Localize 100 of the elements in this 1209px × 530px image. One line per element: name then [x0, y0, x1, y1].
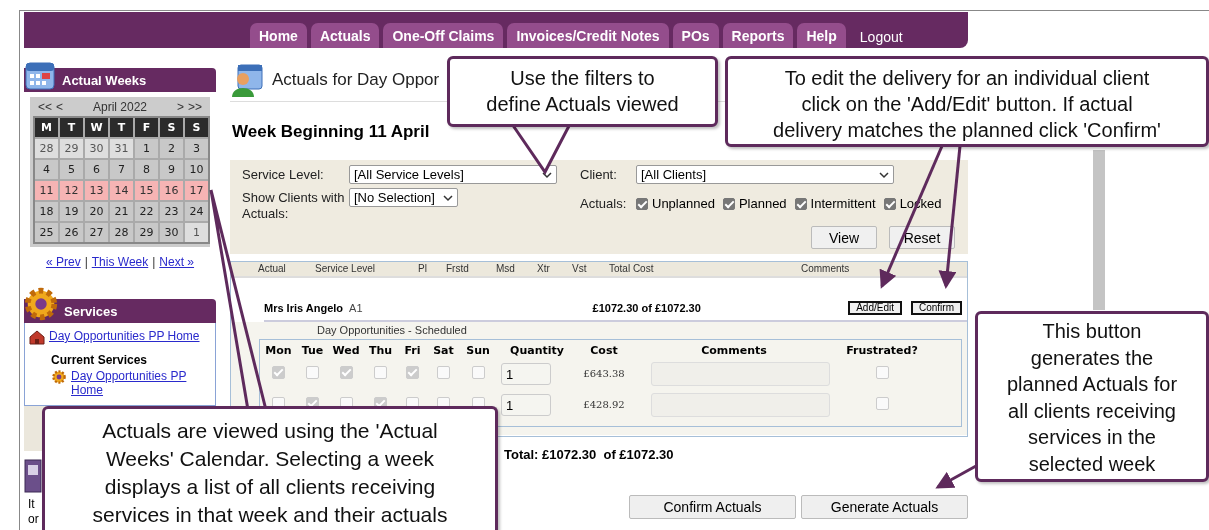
nav-tab[interactable]: Reports [722, 23, 794, 48]
frustrated-checkbox[interactable] [875, 396, 889, 410]
calendar-day[interactable]: 15 [135, 181, 158, 200]
section-heading: Current Services [51, 353, 149, 367]
calendar-day[interactable]: 5 [60, 160, 83, 179]
service-link[interactable]: Day Opportunities PP Home [71, 369, 209, 397]
column-header: Quantity [509, 344, 565, 357]
column-header: Wed [331, 344, 361, 357]
checkbox[interactable] [794, 197, 807, 210]
calendar-day[interactable]: 26 [60, 223, 83, 242]
next-month-link[interactable]: > [176, 99, 184, 116]
calendar-day[interactable]: 27 [85, 223, 108, 242]
row-button[interactable]: Confirm [911, 301, 962, 315]
comment-field[interactable] [651, 392, 830, 417]
column-header: Mon [264, 344, 293, 357]
nav-tab[interactable]: POs [672, 23, 719, 48]
prev-year-link[interactable]: << [38, 99, 52, 116]
text-line: or [28, 512, 39, 527]
day-checkbox[interactable] [306, 365, 319, 379]
week-link[interactable]: « Prev [45, 255, 81, 269]
action-button[interactable]: Confirm Actuals [629, 495, 796, 519]
calendar-day[interactable]: 12 [60, 181, 83, 200]
week-link[interactable]: This Week [91, 255, 149, 269]
calendar-day[interactable]: 28 [110, 223, 133, 242]
service-link[interactable]: Day Opportunities PP Home [49, 329, 200, 343]
filter-button[interactable]: View [811, 226, 877, 249]
callout-box: To edit the delivery for an individual client click on the 'Add/Edit' button. If actual delivery matches the planned click 'Confirm' [725, 56, 1209, 147]
calendar-day[interactable]: 23 [160, 202, 183, 221]
day-checkbox[interactable] [339, 365, 353, 379]
prev-month-link[interactable]: < [56, 99, 64, 116]
quantity-field[interactable]: 1 [501, 393, 551, 416]
row-button[interactable]: Add/Edit [848, 301, 902, 315]
calendar-day[interactable]: 16 [160, 181, 183, 200]
nav-tab[interactable]: One-Off Claims [383, 23, 504, 48]
month-label: April 2022 [92, 99, 147, 116]
calendar-day[interactable]: 8 [135, 160, 158, 179]
day-checkbox[interactable] [406, 365, 419, 379]
calendar-day[interactable]: 31 [110, 139, 133, 158]
weekday-header: M [35, 118, 58, 137]
dropdown[interactable]: [No Selection] [349, 188, 458, 207]
nav-tab[interactable]: Help [797, 23, 846, 48]
action-button[interactable]: Generate Actuals [801, 495, 968, 519]
gear-icon [51, 369, 67, 385]
column-header: Frstd [446, 262, 469, 276]
day-checkbox[interactable] [471, 365, 485, 379]
calendar-day[interactable]: 4 [35, 160, 58, 179]
checkbox-label: Intermittent [810, 196, 876, 211]
day-checkbox[interactable] [272, 365, 285, 379]
nav-link[interactable]: Logout [859, 23, 903, 48]
calendar-day[interactable]: 10 [185, 160, 208, 179]
frustrated-checkbox[interactable] [875, 365, 889, 379]
calendar-day[interactable]: 20 [85, 202, 108, 221]
dropdown[interactable]: [All Clients] [636, 165, 894, 184]
column-header: Comments [700, 344, 768, 357]
panel-title: Services [64, 303, 118, 319]
gear-icon [22, 285, 60, 323]
weekday-header: F [135, 118, 158, 137]
day-checkbox[interactable] [437, 365, 450, 379]
field-label: Actuals: [580, 195, 628, 212]
calendar-day[interactable]: 6 [85, 160, 108, 179]
calendar-day[interactable]: 17 [185, 181, 208, 200]
calendar-day[interactable]: 25 [35, 223, 58, 242]
calendar-day[interactable]: 24 [185, 202, 208, 221]
calendar-day[interactable]: 19 [60, 202, 83, 221]
calendar-day[interactable]: 9 [160, 160, 183, 179]
calendar-day[interactable]: 7 [110, 160, 133, 179]
column-header: Actual [258, 262, 286, 276]
dropdown[interactable]: [All Service Levels] [349, 165, 557, 184]
quantity-field[interactable]: 1 [501, 362, 551, 385]
calendar-day[interactable]: 1 [185, 223, 208, 242]
checkbox[interactable] [883, 197, 896, 210]
calendar-day[interactable]: 30 [160, 223, 183, 242]
calendar-day[interactable]: 1 [135, 139, 158, 158]
column-header: Fri [403, 344, 422, 357]
checkbox[interactable] [722, 197, 735, 210]
calendar-day[interactable]: 13 [85, 181, 108, 200]
nav-tab[interactable]: Actuals [310, 23, 380, 48]
weekday-header: W [85, 118, 108, 137]
calendar-day[interactable]: 11 [35, 181, 58, 200]
filter-button[interactable]: Reset [889, 226, 955, 249]
column-header: Vst [572, 262, 587, 276]
calendar-day[interactable]: 14 [110, 181, 133, 200]
calendar-day[interactable]: 30 [85, 139, 108, 158]
calendar-day[interactable]: 18 [35, 202, 58, 221]
document-icon [24, 459, 42, 493]
checkbox[interactable] [636, 197, 648, 210]
calendar-day[interactable]: 3 [185, 139, 208, 158]
comment-field[interactable] [651, 361, 830, 386]
weekday-header: T [110, 118, 133, 137]
calendar-day[interactable]: 29 [60, 139, 83, 158]
week-link[interactable]: Next » [159, 255, 195, 269]
calendar-day[interactable]: 22 [135, 202, 158, 221]
nav-tab[interactable]: Home [250, 23, 307, 48]
calendar-day[interactable]: 2 [160, 139, 183, 158]
nav-tab[interactable]: Invoices/Credit Notes [507, 23, 669, 48]
next-year-link[interactable]: >> [187, 99, 202, 116]
calendar-day[interactable]: 29 [135, 223, 158, 242]
calendar-day[interactable]: 21 [110, 202, 133, 221]
day-checkbox[interactable] [374, 365, 387, 379]
calendar-day[interactable]: 28 [35, 139, 58, 158]
